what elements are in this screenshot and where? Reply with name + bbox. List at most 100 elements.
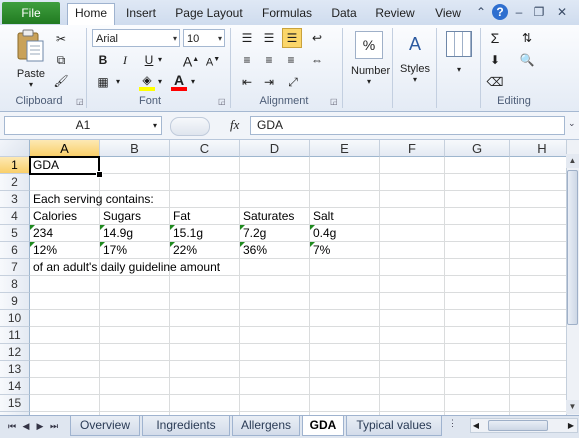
row-header-15[interactable]: 15 bbox=[0, 395, 30, 412]
autosum-icon[interactable]: Σ bbox=[486, 29, 504, 47]
formula-input[interactable]: GDA bbox=[250, 116, 565, 135]
cells-button[interactable]: ▾ bbox=[440, 30, 478, 92]
chevron-down-icon[interactable]: ▾ bbox=[153, 117, 157, 134]
bold-icon[interactable]: B bbox=[94, 51, 112, 69]
fill-icon[interactable]: ⬇ bbox=[486, 51, 504, 69]
cell-d4[interactable]: Saturates bbox=[240, 208, 294, 225]
find-select-icon[interactable]: 🔍 bbox=[518, 51, 536, 69]
column-header-b[interactable]: B bbox=[100, 140, 170, 157]
align-middle-icon[interactable]: ☰ bbox=[260, 29, 278, 47]
copy-icon[interactable]: ⧉ bbox=[52, 51, 70, 69]
align-top-icon[interactable]: ☰ bbox=[238, 29, 256, 47]
merge-center-icon[interactable]: ⇔ bbox=[308, 51, 326, 69]
row-header-12[interactable]: 12 bbox=[0, 344, 30, 361]
align-bottom-icon[interactable]: ☰ bbox=[282, 28, 302, 48]
dialog-launcher-icon[interactable]: ◲ bbox=[330, 97, 338, 106]
cell-c4[interactable]: Fat bbox=[170, 208, 190, 225]
window-restore-icon[interactable]: ❐ bbox=[532, 4, 546, 20]
scroll-right-icon[interactable]: ▶ bbox=[565, 418, 577, 433]
italic-icon[interactable]: I bbox=[116, 51, 134, 69]
row-header-6[interactable]: 6 bbox=[0, 242, 30, 259]
fill-color-icon[interactable]: ◈ bbox=[138, 71, 156, 91]
row-header-1[interactable]: 1 bbox=[0, 157, 30, 174]
minimize-ribbon-icon[interactable]: ⌃ bbox=[474, 4, 488, 20]
column-header-a[interactable]: A bbox=[30, 140, 100, 157]
sheet-tab-typical-values[interactable]: Typical values bbox=[346, 416, 442, 436]
tab-page-layout[interactable]: Page Layout bbox=[172, 4, 246, 24]
row-header-10[interactable]: 10 bbox=[0, 310, 30, 327]
decrease-indent-icon[interactable]: ⇤ bbox=[238, 73, 256, 91]
row-header-4[interactable]: 4 bbox=[0, 208, 30, 225]
borders-icon[interactable]: ▦ bbox=[94, 73, 112, 91]
format-painter-icon[interactable]: 🖌 bbox=[52, 72, 70, 90]
cell-e4[interactable]: Salt bbox=[310, 208, 334, 225]
align-right-icon[interactable]: ≡ bbox=[282, 51, 300, 69]
column-header-g[interactable]: G bbox=[445, 140, 510, 157]
shrink-font-icon[interactable]: A▼ bbox=[204, 51, 222, 69]
scroll-down-icon[interactable]: ▼ bbox=[566, 400, 579, 414]
font-size-combo[interactable]: 10 ▾ bbox=[183, 29, 225, 47]
tab-home[interactable]: Home bbox=[67, 3, 115, 26]
align-left-icon[interactable]: ≡ bbox=[238, 51, 256, 69]
font-name-combo[interactable]: Arial ▾ bbox=[92, 29, 180, 47]
column-header-e[interactable]: E bbox=[310, 140, 380, 157]
cut-icon[interactable]: ✂ bbox=[52, 30, 70, 48]
horizontal-scroll-thumb[interactable] bbox=[488, 420, 548, 431]
align-center-icon[interactable]: ≡ bbox=[260, 51, 278, 69]
row-header-2[interactable]: 2 bbox=[0, 174, 30, 191]
chevron-down-icon[interactable]: ▾ bbox=[191, 77, 195, 86]
sheet-tab-overview[interactable]: Overview bbox=[70, 416, 140, 436]
window-minimize-icon[interactable]: – bbox=[512, 4, 526, 20]
tab-formulas[interactable]: Formulas bbox=[256, 4, 318, 24]
number-format-button[interactable]: % Number ▾ bbox=[350, 30, 390, 92]
first-sheet-icon[interactable]: ⏮ bbox=[6, 419, 18, 433]
increase-indent-icon[interactable]: ⇥ bbox=[260, 73, 278, 91]
select-all-corner[interactable] bbox=[0, 140, 30, 157]
cell-a4[interactable]: Calories bbox=[30, 208, 77, 225]
insert-function-icon[interactable]: fx bbox=[230, 117, 239, 133]
chevron-down-icon[interactable]: ▾ bbox=[158, 55, 162, 64]
orientation-icon[interactable]: ⤢ bbox=[284, 73, 302, 91]
formula-bar-resizer[interactable] bbox=[170, 117, 210, 136]
row-header-13[interactable]: 13 bbox=[0, 361, 30, 378]
wrap-text-icon[interactable]: ↩ bbox=[308, 29, 326, 47]
column-header-h[interactable]: H bbox=[510, 140, 566, 157]
row-header-5[interactable]: 5 bbox=[0, 225, 30, 242]
prev-sheet-icon[interactable]: ◀ bbox=[20, 419, 32, 433]
cell-a7[interactable]: of an adult's daily guideline amount bbox=[30, 259, 220, 276]
paste-button[interactable]: Paste ▾ bbox=[10, 28, 52, 92]
tab-data[interactable]: Data bbox=[326, 4, 362, 24]
tab-insert[interactable]: Insert bbox=[118, 4, 164, 24]
grow-font-icon[interactable]: A▲ bbox=[182, 51, 200, 70]
name-box[interactable]: A1 ▾ bbox=[4, 116, 162, 135]
column-header-c[interactable]: C bbox=[170, 140, 240, 157]
column-header-f[interactable]: F bbox=[380, 140, 445, 157]
row-header-14[interactable]: 14 bbox=[0, 378, 30, 395]
row-header-3[interactable]: 3 bbox=[0, 191, 30, 208]
vertical-scroll-thumb[interactable] bbox=[567, 170, 578, 325]
styles-button[interactable]: A Styles ▾ bbox=[396, 30, 434, 92]
sheet-tab-ingredients[interactable]: Ingredients bbox=[142, 416, 230, 436]
last-sheet-icon[interactable]: ⏭ bbox=[48, 419, 60, 433]
row-header-11[interactable]: 11 bbox=[0, 327, 30, 344]
fill-handle[interactable] bbox=[96, 171, 103, 178]
help-icon[interactable]: ? bbox=[492, 4, 508, 20]
window-close-icon[interactable]: ✕ bbox=[555, 4, 569, 20]
row-header-9[interactable]: 9 bbox=[0, 293, 30, 310]
chevron-down-icon[interactable]: ▾ bbox=[158, 77, 162, 86]
worksheet-grid[interactable]: ABCDEFGH12345678910111213141516GDAEach s… bbox=[0, 140, 566, 415]
column-header-d[interactable]: D bbox=[240, 140, 310, 157]
tab-split-icon[interactable]: ⋮ bbox=[448, 418, 458, 433]
file-tab[interactable]: File bbox=[2, 2, 60, 24]
dialog-launcher-icon[interactable]: ◲ bbox=[218, 97, 226, 106]
row-header-8[interactable]: 8 bbox=[0, 276, 30, 293]
clear-icon[interactable]: ⌫ bbox=[486, 73, 504, 91]
sheet-tab-gda[interactable]: GDA bbox=[302, 416, 344, 436]
cell-a3[interactable]: Each serving contains: bbox=[30, 191, 154, 208]
expand-formula-bar-icon[interactable]: ⌄ bbox=[568, 118, 576, 129]
scroll-up-icon[interactable]: ▲ bbox=[566, 154, 579, 168]
scroll-left-icon[interactable]: ◀ bbox=[470, 418, 482, 433]
font-color-icon[interactable]: A bbox=[170, 71, 188, 91]
row-header-7[interactable]: 7 bbox=[0, 259, 30, 276]
tab-view[interactable]: View bbox=[430, 4, 466, 24]
